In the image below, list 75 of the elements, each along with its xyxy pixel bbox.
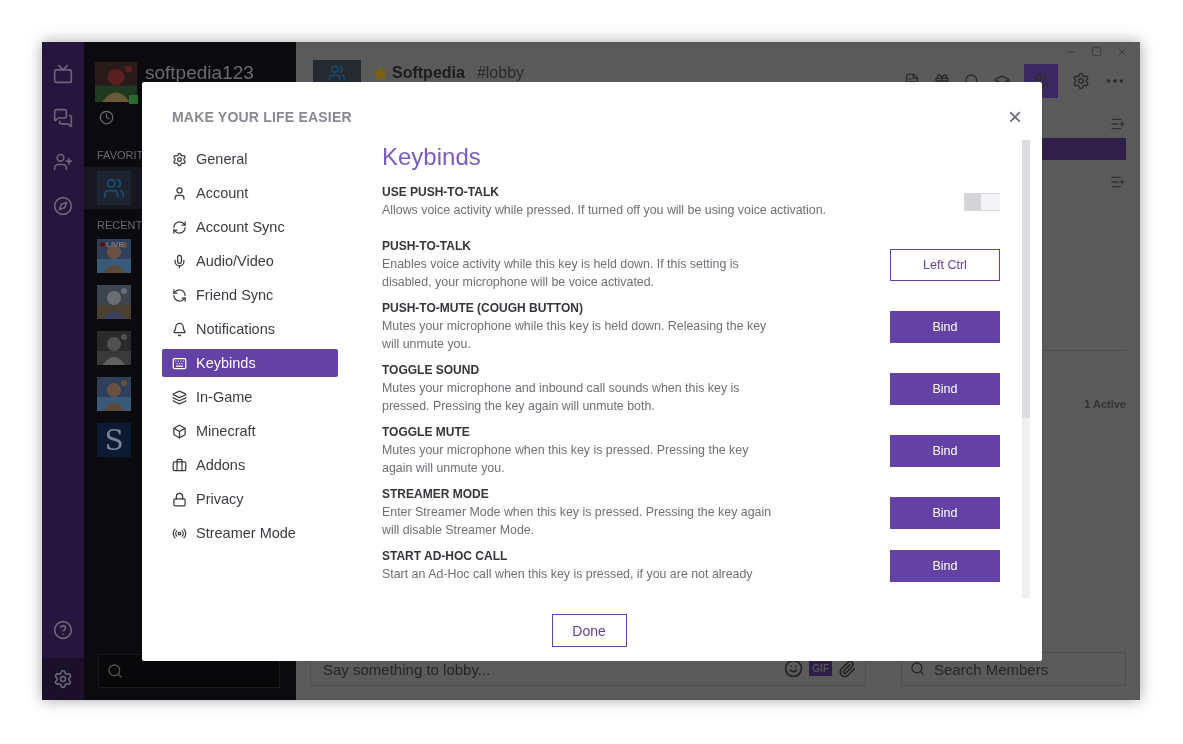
avatar-letter[interactable]: S xyxy=(97,423,131,457)
scrollbar[interactable] xyxy=(1022,140,1030,598)
nav-item[interactable]: Account xyxy=(162,179,338,207)
section-label: RECENT xyxy=(97,219,143,231)
add-list-icon[interactable] xyxy=(1110,174,1126,190)
nav-icon xyxy=(172,287,187,303)
nav-icon xyxy=(172,355,187,371)
setting-description: Start an Ad-Hoc call when this key is pressed, if you are not already xyxy=(382,566,754,583)
status-indicator xyxy=(129,95,138,104)
star-icon[interactable] xyxy=(373,65,388,81)
nav-icon xyxy=(172,389,187,405)
nav-item[interactable]: Audio/Video xyxy=(162,247,338,275)
tv-icon[interactable] xyxy=(53,64,73,84)
setting-description: Enter Streamer Mode when this key is pressed. Pressing the key again will disable Streamer Mode. xyxy=(382,504,773,539)
bind-button[interactable]: Bind xyxy=(890,373,1000,405)
done-button[interactable]: Done xyxy=(551,614,627,647)
setting-title: USE PUSH-TO-TALK xyxy=(382,185,500,199)
bind-button[interactable]: Bind xyxy=(890,550,1000,582)
nav-item[interactable]: In-Game xyxy=(162,383,338,411)
bind-button[interactable]: Left Ctrl xyxy=(890,249,1000,281)
nav-item[interactable]: Addons xyxy=(162,451,338,479)
settings-button[interactable] xyxy=(42,658,84,700)
username: softpedia123 xyxy=(145,62,254,84)
nav-item[interactable]: Keybinds xyxy=(162,349,338,377)
nav-icon xyxy=(172,491,187,507)
nav-item[interactable]: Account Sync xyxy=(162,213,338,241)
search-icon xyxy=(107,663,123,679)
add-friend-icon[interactable] xyxy=(53,152,73,172)
group-icon xyxy=(103,177,125,199)
compass-icon[interactable] xyxy=(53,196,73,216)
nav-icon xyxy=(172,219,187,235)
bind-button[interactable]: Bind xyxy=(890,435,1000,467)
setting-title: TOGGLE SOUND xyxy=(382,363,481,377)
attach-icon[interactable] xyxy=(838,659,856,678)
clock-icon[interactable] xyxy=(99,110,114,125)
nav-item[interactable]: Minecraft xyxy=(162,417,338,445)
setting-description: Allows voice activity while pressed. If turned off you will be using voice activation. xyxy=(382,202,827,219)
setting-description: Mutes your microphone when this key is pressed. Pressing the key again will unmute you. xyxy=(382,442,750,477)
nav-item[interactable]: Streamer Mode xyxy=(162,519,338,547)
setting-title: STREAMER MODE xyxy=(382,487,490,501)
nav-item[interactable]: Privacy xyxy=(162,485,338,513)
setting-title: PUSH-TO-TALK xyxy=(382,239,472,253)
setting-title: PUSH-TO-MUTE (COUGH BUTTON) xyxy=(382,301,584,315)
live-badge: LIVE xyxy=(100,240,124,249)
setting-description: Mutes your microphone and inbound call sounds when this key is pressed. Pressing the key again will unmute both. xyxy=(382,380,741,415)
section-heading: Keybinds xyxy=(382,143,482,171)
section-label: FAVORIT xyxy=(97,149,144,161)
nav-icon xyxy=(172,185,187,201)
search-icon xyxy=(910,661,925,676)
nav-icon xyxy=(172,457,187,473)
server-name: Softpedia xyxy=(392,64,465,82)
bind-button[interactable]: Bind xyxy=(890,497,1000,529)
setting-description: Mutes your microphone while this key is held down. Releasing the key will unmute you. xyxy=(382,318,768,353)
nav-item[interactable]: General xyxy=(162,145,338,173)
nav-icon xyxy=(172,423,187,439)
nav-item[interactable]: Notifications xyxy=(162,315,338,343)
emoji-icon[interactable] xyxy=(784,659,804,678)
nav-icon xyxy=(172,253,187,269)
nav-icon xyxy=(172,321,187,337)
setting-description: Enables voice activity while this key is held down. If this setting is disabled, your microphone will be voice activated. xyxy=(382,256,740,291)
toggle-switch[interactable] xyxy=(964,193,1000,211)
add-list-icon[interactable] xyxy=(1110,116,1126,132)
close-icon[interactable] xyxy=(1116,46,1128,58)
help-icon[interactable] xyxy=(53,620,73,640)
group-icon xyxy=(328,64,346,82)
settings-icon xyxy=(53,669,73,689)
close-button[interactable]: × xyxy=(1004,105,1026,129)
setting-title: TOGGLE MUTE xyxy=(382,425,471,439)
setting-title: START AD-HOC CALL xyxy=(382,549,509,563)
nav-icon xyxy=(172,151,187,167)
nav-item[interactable]: Friend Sync xyxy=(162,281,338,309)
bind-button[interactable]: Bind xyxy=(890,311,1000,343)
settings-icon[interactable] xyxy=(1072,72,1090,90)
chat-icon[interactable] xyxy=(53,108,73,128)
dialog-title: MAKE YOUR LIFE EASIER xyxy=(172,109,352,125)
